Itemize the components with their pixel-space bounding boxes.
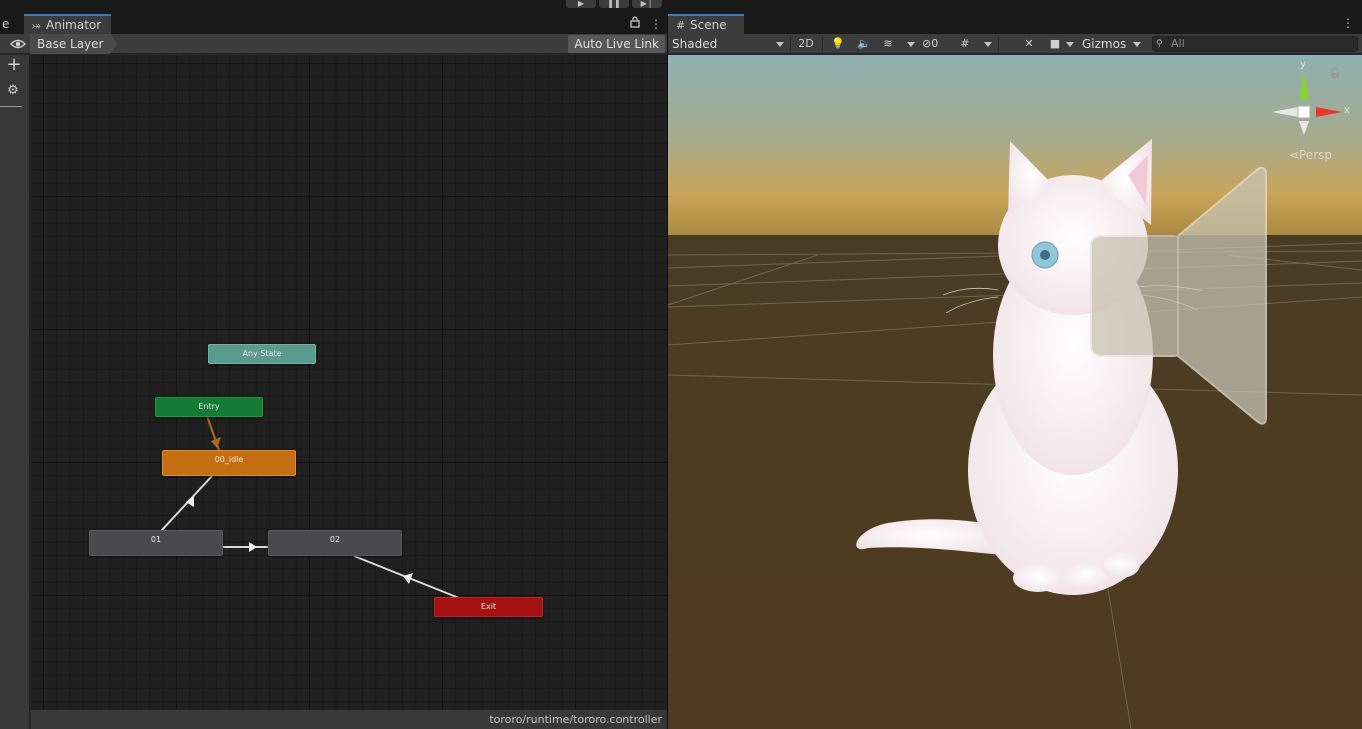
y-axis-arrow[interactable] — [1299, 71, 1309, 99]
transition-edges — [160, 415, 460, 599]
toolbar-separator — [790, 36, 791, 52]
play-toolbar: ▶ ❚❚ ▶❘ — [0, 0, 1362, 14]
chevron-down-icon[interactable] — [984, 42, 992, 47]
state-node-00-idle[interactable]: 00_idle — [162, 450, 296, 476]
play-icon: ▶ — [577, 0, 585, 8]
chevron-down-icon — [776, 42, 784, 47]
transition-01-to-02[interactable] — [223, 542, 268, 552]
gizmos-dropdown[interactable]: Gizmos — [1082, 34, 1126, 54]
lock-icon[interactable] — [630, 16, 640, 32]
gizmos-label: Gizmos — [1082, 37, 1127, 51]
transition-idle-to-01[interactable] — [160, 475, 213, 532]
animator-tabstrip: e ⤖ Animator ⋮ — [0, 14, 667, 34]
chevron-down-icon[interactable] — [907, 42, 915, 47]
lighting-toggle-button[interactable]: 💡 — [828, 35, 848, 53]
shading-mode-label: Shaded — [672, 37, 718, 51]
lightbulb-icon: 💡 — [831, 37, 845, 50]
state-node-entry[interactable]: Entry — [155, 397, 263, 417]
search-icon: ⚲ — [1156, 39, 1163, 49]
speaker-icon: 🔈 — [857, 37, 871, 50]
scene-visibility-toggle[interactable]: ⊘0 — [922, 35, 952, 53]
controller-path-status: tororo/runtime/tororo.controller — [31, 710, 667, 729]
plus-icon: + — [6, 54, 22, 75]
step-icon: ▶❘ — [640, 0, 654, 8]
state-node-02[interactable]: 02 — [268, 530, 402, 556]
transition-entry-to-idle[interactable] — [206, 415, 221, 451]
add-parameter-button[interactable]: + — [4, 56, 24, 74]
state-node-01[interactable]: 01 — [89, 530, 223, 556]
layers-icon: ≋ — [883, 37, 893, 50]
previous-tab[interactable]: e — [0, 14, 24, 34]
y-axis-label: y — [1300, 59, 1306, 70]
scene-window: # Scene ⋮ Shaded 2D 💡 🔈 ≋ ⊘0 # ✕ ■ Gizmos… — [668, 14, 1362, 729]
chevron-down-icon[interactable] — [1133, 42, 1141, 47]
gear-icon: ⚙ — [7, 83, 19, 98]
chevron-left-icon: ⋖ — [1288, 148, 1299, 162]
sidebar-divider — [0, 106, 22, 107]
grid-toggle-button[interactable]: # — [956, 35, 974, 53]
scene-kebab-menu-icon[interactable]: ⋮ — [1342, 16, 1354, 30]
tools-button[interactable]: ✕ — [1020, 35, 1038, 53]
search-placeholder: All — [1171, 37, 1185, 50]
grid-icon: # — [676, 19, 686, 32]
wrench-icon: ✕ — [1024, 37, 1034, 50]
x-axis-arrow[interactable] — [1316, 107, 1342, 117]
state-node-any-state[interactable]: Any State — [208, 344, 316, 364]
auto-live-link-button[interactable]: Auto Live Link — [568, 35, 665, 53]
state-machine-graph[interactable]: Any State Entry 00_idle 01 02 Exit — [31, 55, 667, 710]
tab-animator[interactable]: ⤖ Animator — [24, 14, 111, 34]
tab-scene[interactable]: # Scene — [668, 14, 744, 34]
breadcrumb-base-layer[interactable]: Base Layer — [30, 34, 118, 54]
projection-toggle[interactable]: ⋖Persp — [1289, 148, 1332, 162]
kebab-menu-icon[interactable]: ⋮ — [650, 16, 662, 32]
camera-icon: ■ — [1049, 37, 1061, 50]
animator-icon: ⤖ — [32, 19, 41, 32]
scene-viewport[interactable]: y x ⋖Persp — [668, 55, 1362, 729]
transition-02-to-exit[interactable] — [353, 555, 460, 599]
eye-icon[interactable] — [10, 37, 26, 51]
toolbar-separator — [998, 36, 999, 52]
animator-window: e ⤖ Animator ⋮ Base Layer Auto Live Link … — [0, 14, 667, 729]
shading-mode-dropdown[interactable]: Shaded — [672, 34, 788, 54]
tab-scene-label: Scene — [690, 18, 727, 32]
play-button[interactable]: ▶ — [566, 0, 596, 8]
state-node-exit[interactable]: Exit — [434, 597, 543, 617]
scene-tabstrip: # Scene ⋮ — [668, 14, 1362, 34]
pause-icon: ❚❚ — [607, 0, 621, 8]
effects-toggle-button[interactable]: ≋ — [878, 35, 898, 53]
scene-toolbar: Shaded 2D 💡 🔈 ≋ ⊘0 # ✕ ■ Gizmos ⚲ All — [668, 34, 1362, 54]
x-axis-label: x — [1344, 105, 1350, 116]
scene-render — [668, 55, 1362, 729]
audio-toggle-button[interactable]: 🔈 — [854, 35, 874, 53]
layer-settings-button[interactable]: ⚙ — [4, 82, 22, 100]
tab-animator-label: Animator — [46, 18, 102, 32]
step-button[interactable]: ▶❘ — [632, 0, 662, 8]
chevron-down-icon[interactable] — [1066, 42, 1074, 47]
projection-label: Persp — [1299, 148, 1332, 162]
eye-slash-icon: ⊘ — [922, 37, 932, 50]
toggle-2d-button[interactable]: 2D — [794, 35, 818, 53]
camera-settings-button[interactable]: ■ — [1046, 35, 1064, 53]
pause-button[interactable]: ❚❚ — [599, 0, 629, 8]
grid-snap-icon: # — [960, 37, 970, 50]
animator-toolbar: Base Layer Auto Live Link — [0, 34, 667, 54]
toolbar-separator — [822, 36, 823, 52]
hidden-object-count: 0 — [931, 37, 939, 50]
layers-sidebar: + ⚙ — [0, 55, 30, 729]
scene-search-input[interactable]: ⚲ All — [1152, 36, 1358, 52]
